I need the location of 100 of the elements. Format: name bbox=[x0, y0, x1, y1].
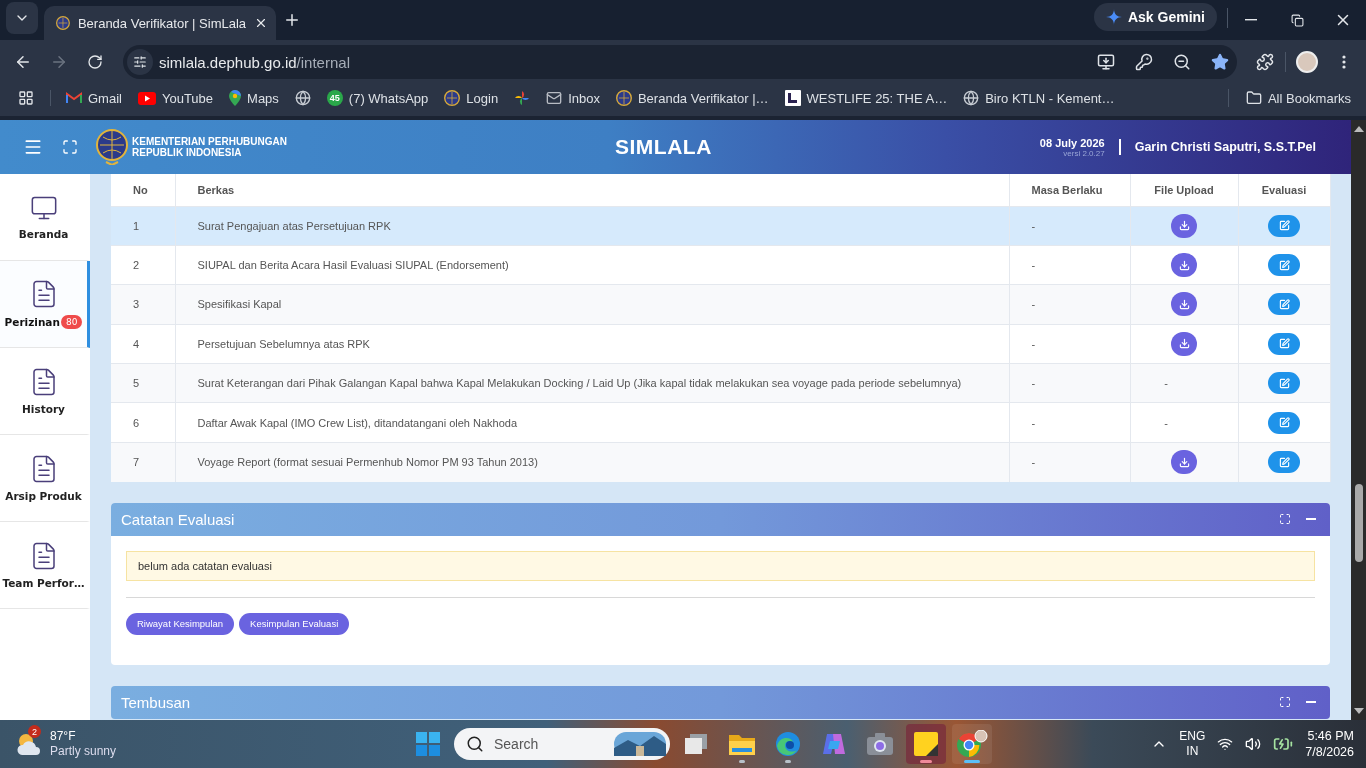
tab-list-button[interactable] bbox=[6, 2, 38, 34]
table-cell: Voyage Report (format sesuai Permenhub Nomor PM 93 Tahun 2013) bbox=[197, 456, 538, 469]
action-button[interactable]: Kesimpulan Evaluasi bbox=[239, 612, 350, 635]
windows-stack-icon bbox=[685, 734, 707, 754]
bookmark[interactable]: All Bookmarks bbox=[1238, 85, 1358, 111]
bookmark[interactable]: Gmail bbox=[59, 85, 129, 111]
edit-button[interactable] bbox=[1268, 214, 1300, 237]
clock[interactable]: 5:46 PM 7/8/2026 bbox=[1305, 728, 1354, 760]
key-icon[interactable] bbox=[1135, 53, 1153, 71]
grid-icon bbox=[18, 90, 34, 106]
edit-button[interactable] bbox=[1268, 411, 1300, 434]
expand-button[interactable] bbox=[1278, 512, 1292, 527]
edit-button[interactable] bbox=[1268, 451, 1300, 474]
table-cell: - bbox=[1164, 416, 1168, 429]
bookmark[interactable]: Maps bbox=[222, 85, 286, 111]
zoom-icon[interactable] bbox=[1173, 53, 1191, 71]
volume-icon[interactable] bbox=[1245, 736, 1262, 752]
notice-message: belum ada catatan evaluasi bbox=[126, 550, 1315, 581]
camera-icon bbox=[867, 733, 893, 755]
bookmark[interactable]: YouTube bbox=[130, 85, 221, 111]
download-button[interactable] bbox=[1171, 292, 1197, 317]
nav-item[interactable]: Perizinan 80 bbox=[0, 261, 90, 348]
table-cell: 4 bbox=[133, 337, 140, 350]
app-title: SIMLALA bbox=[615, 135, 712, 159]
fullscreen-icon bbox=[1279, 696, 1291, 709]
download-icon bbox=[1178, 220, 1190, 232]
bookmark[interactable]: Beranda Verifikator |… bbox=[608, 85, 776, 111]
table-row[interactable]: 3 Spesifikasi Kapal - bbox=[111, 284, 1330, 325]
table-row[interactable]: 5 Surat Keterangan dari Pihak Galangan Kapal bahwa Kapal Melakukan Docking / Laid Up (Jika kapal tidak melakukan sea voyage pada periode sebelumnya) - - bbox=[111, 363, 1330, 403]
table-cell: Persetujuan Sebelumnya atas RPK bbox=[197, 337, 370, 350]
globe-icon bbox=[294, 90, 311, 106]
bookmark[interactable]: 45 (7) WhatsApp bbox=[319, 85, 436, 111]
edit-icon bbox=[1278, 259, 1290, 271]
folder-icon bbox=[1245, 90, 1262, 106]
install-icon[interactable] bbox=[1097, 53, 1115, 71]
edit-button[interactable] bbox=[1268, 332, 1300, 355]
edit-icon bbox=[1278, 338, 1290, 350]
version-text: versi 2.0.27 bbox=[1063, 148, 1105, 158]
edit-button[interactable] bbox=[1268, 372, 1300, 395]
table-cell: - bbox=[1164, 377, 1168, 390]
bookmark[interactable]: WESTLIFE 25: THE A… bbox=[777, 85, 955, 111]
table-row[interactable]: 7 Voyage Report (format sesuai Permenhub Nomor PM 93 Tahun 2013) - bbox=[111, 442, 1330, 482]
weather-text: Partly sunny bbox=[50, 744, 117, 759]
count-badge: 80 bbox=[60, 315, 83, 329]
edit-button[interactable] bbox=[1268, 254, 1300, 277]
swirl-icon bbox=[775, 731, 801, 757]
panel-header: Tembusan bbox=[111, 685, 1330, 719]
envelope-icon bbox=[546, 90, 563, 106]
browser-tab[interactable]: Beranda Verifikator | SimLala bbox=[44, 6, 276, 40]
table-cell: 6 bbox=[133, 416, 140, 429]
reload-icon bbox=[87, 54, 103, 70]
table-row[interactable]: 1 Surat Pengajuan atas Persetujuan RPK - bbox=[111, 206, 1330, 246]
minus-icon bbox=[1306, 518, 1316, 521]
panel-header: Catatan Evaluasi bbox=[111, 502, 1330, 536]
download-icon bbox=[1178, 298, 1190, 310]
puzzle-icon bbox=[1256, 53, 1274, 71]
search-field[interactable]: Search bbox=[492, 735, 606, 753]
expand-button[interactable] bbox=[1278, 695, 1292, 710]
table-row[interactable]: 6 Daftar Awak Kapal (IMO Crew List), ditandatangani oleh Nakhoda - - bbox=[111, 402, 1330, 443]
forward-arrow-icon bbox=[50, 53, 68, 71]
taskbar-app[interactable] bbox=[906, 724, 946, 764]
address-field[interactable]: simlala.dephub.go.id/internal bbox=[123, 45, 1237, 79]
table-cell: - bbox=[1031, 337, 1036, 350]
note-icon bbox=[914, 732, 938, 756]
table-cell: 2 bbox=[133, 259, 140, 272]
download-button[interactable] bbox=[1171, 331, 1197, 356]
bookmark[interactable]: Inbox bbox=[539, 85, 607, 111]
globe-icon bbox=[963, 90, 980, 106]
profile-avatar[interactable] bbox=[1296, 51, 1318, 73]
plus-icon bbox=[283, 11, 301, 29]
restore-icon bbox=[1290, 13, 1304, 27]
map-pin-icon bbox=[229, 90, 242, 106]
download-button[interactable] bbox=[1171, 213, 1197, 238]
table-row[interactable]: 2 SIUPAL dan Berita Acara Hasil Evaluasi SIUPAL (Endorsement) - bbox=[111, 245, 1330, 285]
wifi-icon[interactable] bbox=[1217, 736, 1234, 752]
download-button[interactable] bbox=[1171, 253, 1197, 278]
menu-icon bbox=[23, 137, 43, 157]
pinwheel-icon bbox=[514, 90, 531, 106]
taskbar-app[interactable] bbox=[952, 724, 992, 764]
scrollbar[interactable] bbox=[1351, 120, 1366, 720]
download-icon bbox=[1178, 338, 1190, 350]
minimize-icon bbox=[1245, 19, 1257, 21]
search-icon bbox=[466, 735, 484, 753]
bookmark[interactable]: Login bbox=[437, 85, 506, 111]
download-button[interactable] bbox=[1171, 450, 1197, 475]
weather-icon bbox=[16, 731, 42, 757]
monitor-icon bbox=[29, 194, 58, 222]
table-cell: - bbox=[1031, 298, 1036, 311]
bookmark[interactable]: Biro KTLN - Kement… bbox=[956, 85, 1122, 111]
search-bar[interactable]: Search bbox=[454, 728, 670, 760]
edit-button[interactable] bbox=[1268, 293, 1300, 316]
edit-icon bbox=[1278, 220, 1290, 232]
site-settings-icon[interactable] bbox=[127, 49, 153, 75]
action-button[interactable]: Riwayat Kesimpulan bbox=[126, 612, 235, 635]
ask-gemini-button[interactable]: Ask Gemini bbox=[1093, 3, 1217, 31]
language-indicator[interactable]: ENG IN bbox=[1179, 729, 1206, 759]
table-row[interactable]: 4 Persetujuan Sebelumnya atas RPK - bbox=[111, 324, 1330, 364]
table-cell: Daftar Awak Kapal (IMO Crew List), ditandatangani oleh Nakhoda bbox=[197, 416, 518, 429]
bookmark-star-icon[interactable] bbox=[1211, 53, 1229, 71]
edit-icon bbox=[1278, 377, 1290, 389]
